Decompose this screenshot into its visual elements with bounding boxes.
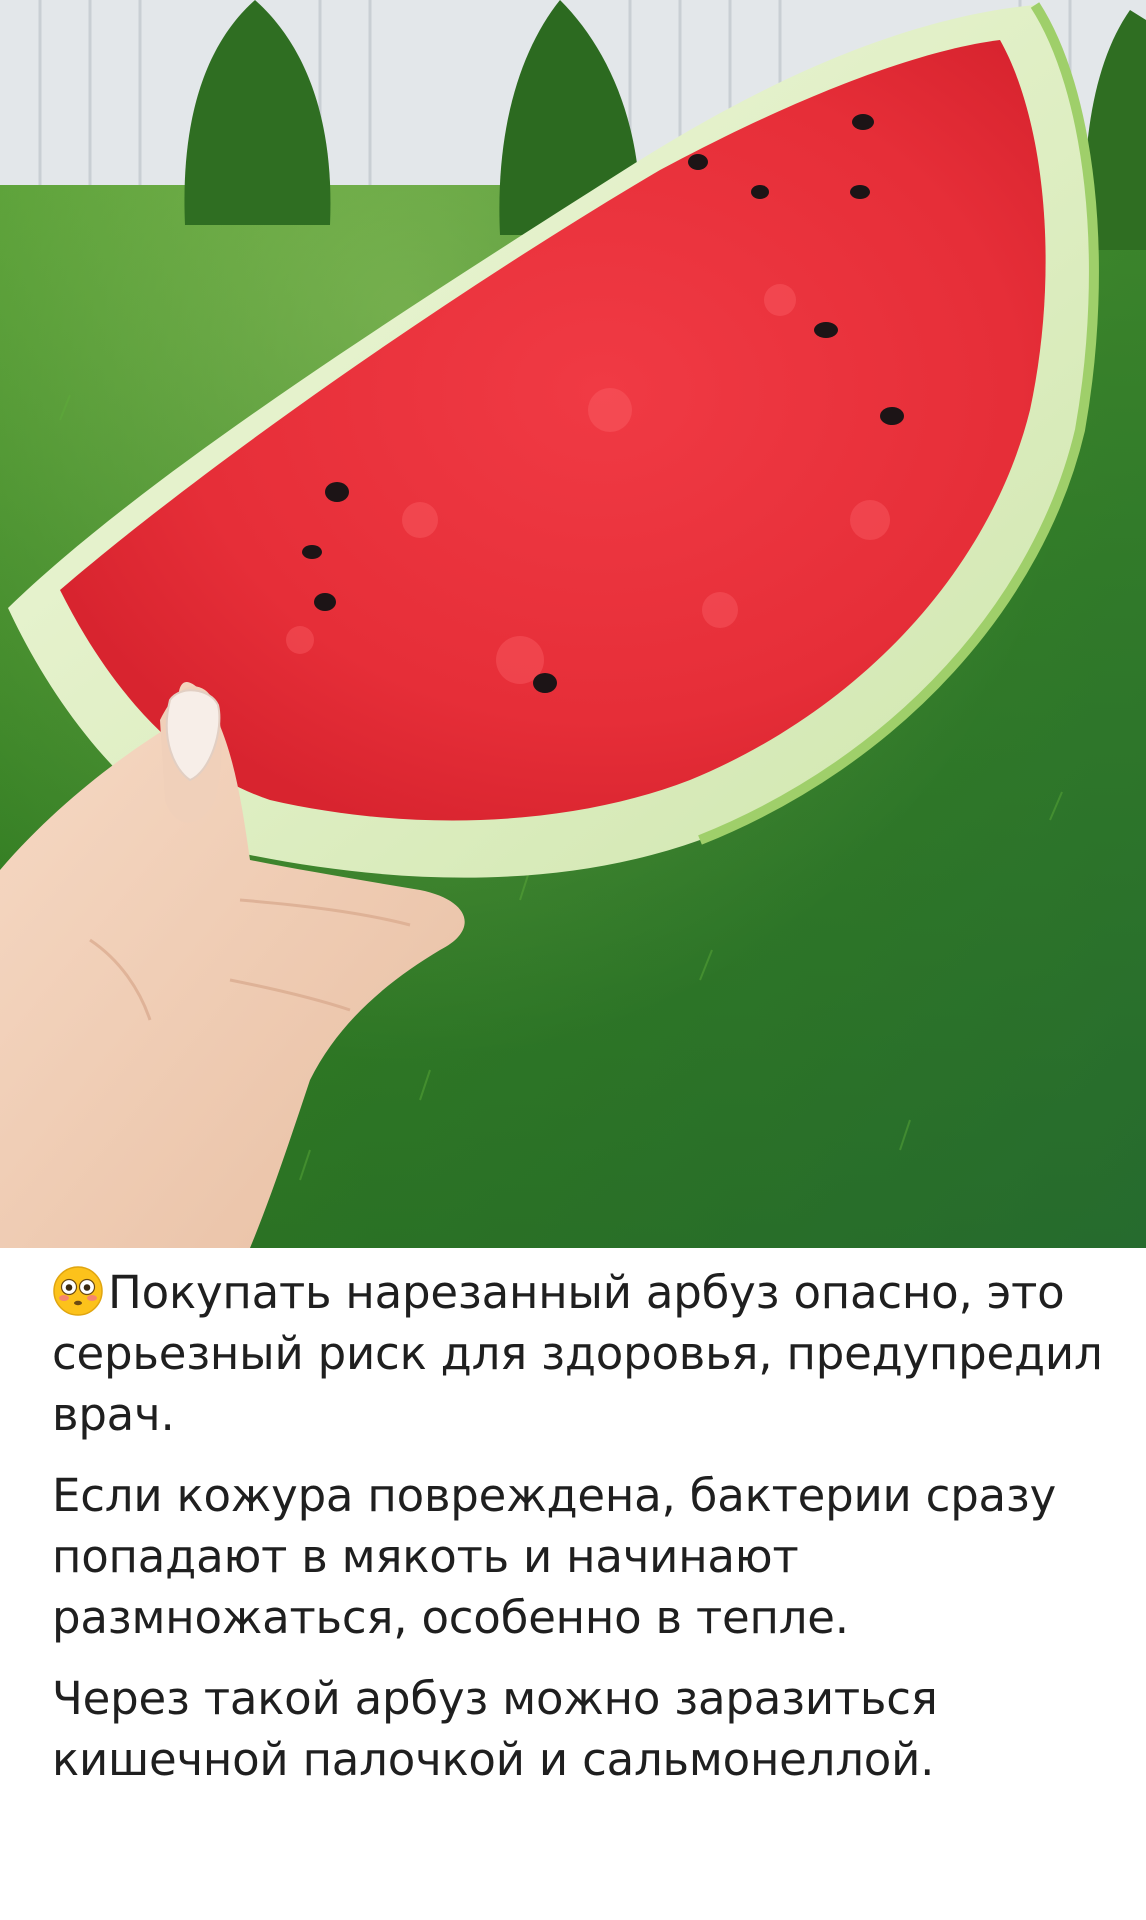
flushed-face-emoji <box>53 1266 103 1316</box>
post-card: Покупать нарезанный арбуз опасно, это се… <box>0 0 1146 1920</box>
caption-paragraph-1-text: Покупать нарезанный арбуз опасно, это се… <box>52 1266 1103 1441</box>
caption-paragraph-3: Через такой арбуз можно заразиться кишеч… <box>52 1672 938 1786</box>
watermelon-photo[interactable] <box>0 0 1146 1248</box>
caption-paragraph-2: Если кожура повреждена, бактерии сразу п… <box>52 1469 1057 1644</box>
post-caption: Покупать нарезанный арбуз опасно, это се… <box>52 1262 1112 1810</box>
caption-paragraph-1: Покупать нарезанный арбуз опасно, это се… <box>52 1262 1112 1445</box>
